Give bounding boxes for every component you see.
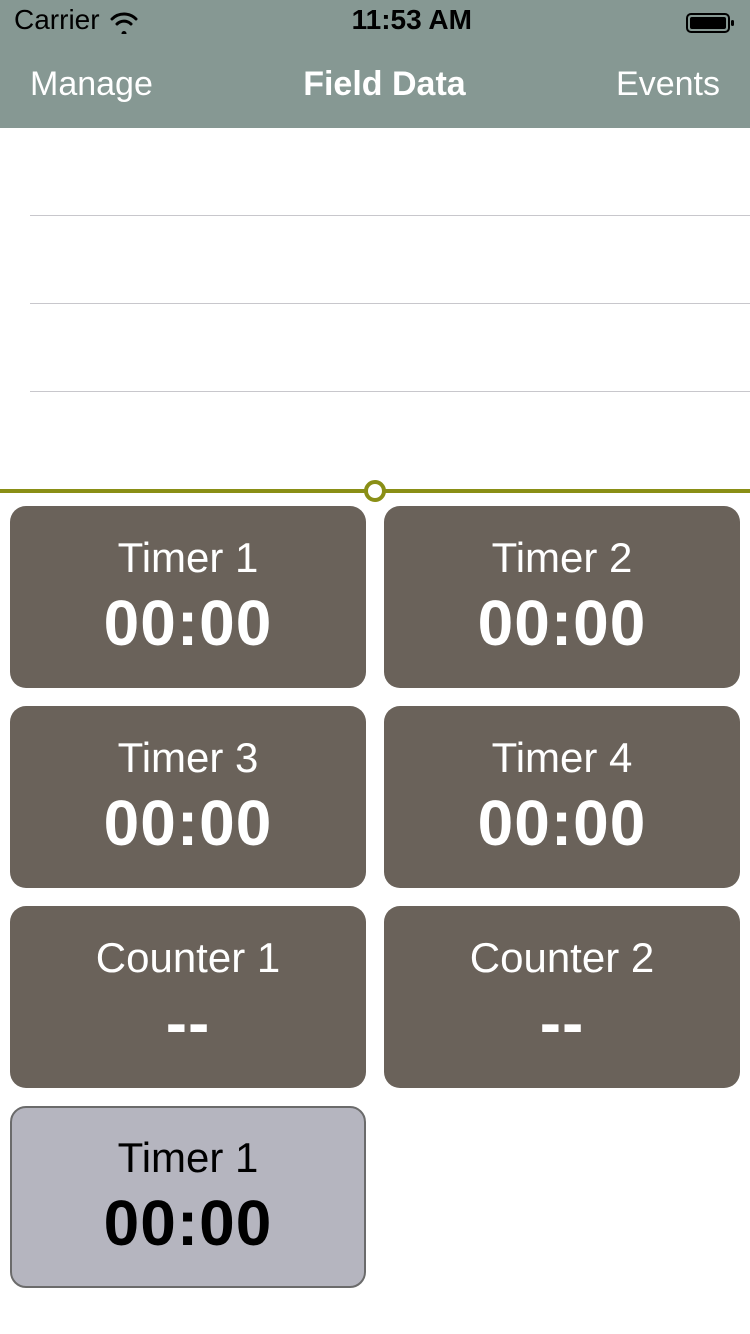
card-label: Counter 2: [470, 934, 654, 982]
card-value: --: [166, 986, 211, 1060]
slider-thumb[interactable]: [364, 480, 386, 502]
timer-card-2[interactable]: Timer 2 00:00: [384, 506, 740, 688]
status-left: Carrier: [14, 4, 138, 36]
card-label: Timer 4: [492, 734, 633, 782]
timer-card-3[interactable]: Timer 3 00:00: [10, 706, 366, 888]
card-value: 00:00: [478, 586, 647, 660]
carrier-label: Carrier: [14, 4, 100, 36]
card-value: --: [540, 986, 585, 1060]
wifi-icon: [110, 9, 138, 31]
timer-card-selected[interactable]: Timer 1 00:00: [10, 1106, 366, 1288]
list-area: [0, 128, 750, 478]
list-row[interactable]: [30, 216, 750, 304]
clock-label: 11:53 AM: [352, 4, 472, 36]
card-label: Timer 3: [118, 734, 259, 782]
timer-card-1[interactable]: Timer 1 00:00: [10, 506, 366, 688]
timeline-slider[interactable]: [0, 476, 750, 506]
card-value: 00:00: [478, 786, 647, 860]
card-label: Timer 1: [118, 534, 259, 582]
nav-bar: Manage Field Data Events: [0, 40, 750, 128]
cards-grid: Timer 1 00:00 Timer 2 00:00 Timer 3 00:0…: [0, 506, 750, 1288]
card-label: Timer 2: [492, 534, 633, 582]
page-title: Field Data: [303, 65, 465, 104]
card-value: 00:00: [104, 1186, 273, 1260]
battery-icon: [686, 9, 736, 31]
counter-card-1[interactable]: Counter 1 --: [10, 906, 366, 1088]
status-bar: Carrier 11:53 AM: [0, 0, 750, 40]
card-value: 00:00: [104, 786, 273, 860]
card-label: Counter 1: [96, 934, 280, 982]
card-value: 00:00: [104, 586, 273, 660]
list-row[interactable]: [30, 128, 750, 216]
nav-events-button[interactable]: Events: [616, 65, 720, 104]
card-label: Timer 1: [118, 1134, 259, 1182]
list-row[interactable]: [30, 304, 750, 392]
counter-card-2[interactable]: Counter 2 --: [384, 906, 740, 1088]
nav-manage-button[interactable]: Manage: [30, 65, 153, 104]
timer-card-4[interactable]: Timer 4 00:00: [384, 706, 740, 888]
